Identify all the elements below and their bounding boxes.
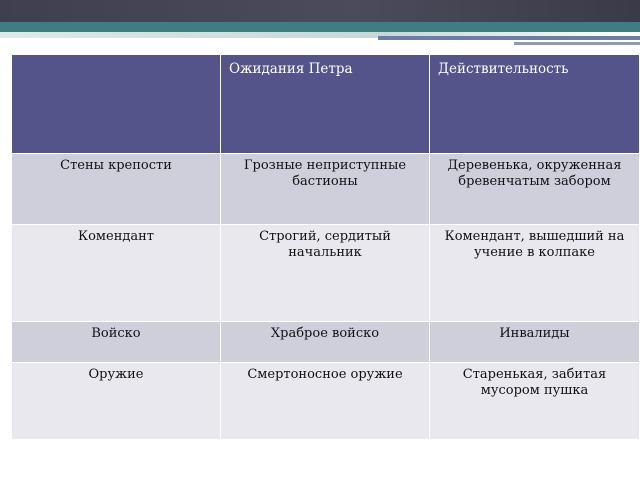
header-cell-reality: Действительность [429, 54, 640, 154]
expectation-cell: Смертоносное оружие [220, 362, 430, 440]
header-cell-expectations: Ожидания Петра [220, 54, 430, 154]
header-cell-empty [11, 54, 221, 154]
table-row: Комендант Строгий, сердитый начальник Ко… [11, 224, 640, 322]
reality-cell: Деревенька, окруженная бревенчатым забор… [429, 153, 640, 225]
top-dark-band [0, 0, 640, 22]
comparison-table: Ожидания Петра Действительность Стены кр… [11, 54, 640, 440]
expectation-cell: Строгий, сердитый начальник [220, 224, 430, 322]
accent-bar-small [514, 42, 640, 45]
row-label-cell: Стены крепости [11, 153, 221, 225]
top-teal-band [0, 22, 640, 32]
expectation-cell: Храброе войско [220, 321, 430, 363]
accent-bar [378, 36, 640, 40]
table-row: Оружие Смертоносное оружие Старенькая, з… [11, 362, 640, 440]
slide: Ожидания Петра Действительность Стены кр… [0, 0, 640, 480]
row-label-cell: Оружие [11, 362, 221, 440]
reality-cell: Комендант, вышедший на учение в колпаке [429, 224, 640, 322]
expectation-cell: Грозные неприступные бастионы [220, 153, 430, 225]
row-label-cell: Войско [11, 321, 221, 363]
table-header-row: Ожидания Петра Действительность [11, 54, 640, 154]
table-row: Войско Храброе войско Инвалиды [11, 321, 640, 363]
row-label-cell: Комендант [11, 224, 221, 322]
table-row: Стены крепости Грозные неприступные баст… [11, 153, 640, 225]
reality-cell: Старенькая, забитая мусором пушка [429, 362, 640, 440]
reality-cell: Инвалиды [429, 321, 640, 363]
